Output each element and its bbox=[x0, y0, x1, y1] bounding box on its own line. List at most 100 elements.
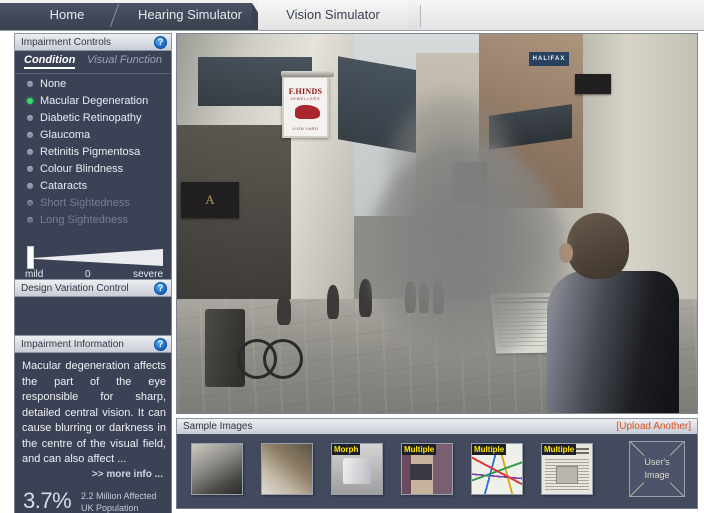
tab-vision-simulator[interactable]: Vision Simulator bbox=[258, 0, 408, 30]
radio-icon bbox=[27, 148, 33, 155]
condition-option-short-sightedness[interactable]: Short Sightedness bbox=[15, 194, 171, 211]
macular-degeneration-blur bbox=[367, 144, 567, 364]
person-head bbox=[567, 213, 629, 279]
sample-thumb-transit-map[interactable]: Multiple bbox=[471, 443, 523, 495]
impairment-statistics: 3.7% 2.2 Million Affected UK Population bbox=[23, 488, 165, 513]
nav-right-filler bbox=[421, 0, 704, 30]
impairment-controls-body: Condition Visual Function None Macular D… bbox=[14, 51, 172, 289]
sample-badge-multiple: Multiple bbox=[542, 444, 577, 455]
condition-option-none[interactable]: None bbox=[15, 75, 171, 92]
sample-badge-multiple: Multiple bbox=[402, 444, 437, 455]
condition-label: Diabetic Retinopathy bbox=[40, 111, 142, 124]
severity-slider-handle[interactable] bbox=[27, 246, 34, 269]
foreground-person bbox=[547, 213, 679, 413]
person-torso bbox=[547, 271, 679, 413]
sample-thumb-office-desk[interactable] bbox=[261, 443, 313, 495]
sample-thumb-street-scene[interactable] bbox=[191, 443, 243, 495]
bicycle-wheel bbox=[263, 339, 303, 379]
severity-wedge-icon bbox=[25, 249, 163, 266]
impairment-controls-header: Impairment Controls ? bbox=[14, 33, 172, 51]
stat-percentage: 3.7% bbox=[23, 488, 72, 513]
pedestrian bbox=[277, 295, 291, 325]
user-image-line2: Image bbox=[644, 470, 670, 480]
overhead-sign bbox=[575, 74, 611, 94]
condition-option-retinitis-pigmentosa[interactable]: Retinitis Pigmentosa bbox=[15, 143, 171, 160]
impairment-information-title: Impairment Information bbox=[21, 338, 124, 350]
more-info-link[interactable]: >> more info ... bbox=[92, 469, 163, 480]
tab-hearing-simulator[interactable]: Hearing Simulator bbox=[120, 0, 260, 30]
condition-option-long-sightedness[interactable]: Long Sightedness bbox=[15, 211, 171, 228]
stat-affected-count: 2.2 Million Affected bbox=[81, 491, 157, 501]
sample-images-header: Sample Images [Upload Another] bbox=[176, 418, 698, 434]
impairment-controls-title: Impairment Controls bbox=[21, 36, 112, 48]
condition-option-colour-blindness[interactable]: Colour Blindness bbox=[15, 160, 171, 177]
design-variation-title: Design Variation Control bbox=[21, 282, 129, 294]
sign-shop-name: F.HINDS bbox=[288, 87, 323, 96]
stat-detail: 2.2 Million Affected UK Population bbox=[81, 490, 156, 513]
sign-shop-place: LION YARD bbox=[292, 126, 319, 131]
vision-simulator-app: Home Hearing Simulator Vision Simulator … bbox=[0, 0, 704, 513]
newspaper-photo bbox=[556, 466, 578, 484]
street-scene-image: F.HINDS JEWELLERS LION YARD A A HALIFAX bbox=[177, 34, 697, 413]
condition-label: Short Sightedness bbox=[40, 196, 130, 209]
radio-icon bbox=[27, 165, 33, 172]
impairment-information-header: Impairment Information ? bbox=[14, 335, 172, 353]
shop-glyph-icon: A bbox=[205, 192, 215, 207]
radio-icon bbox=[27, 182, 33, 189]
user-image-label: User's Image bbox=[630, 442, 684, 496]
sample-images-title: Sample Images bbox=[183, 421, 253, 432]
condition-label: None bbox=[40, 77, 67, 90]
simulation-viewport[interactable]: F.HINDS JEWELLERS LION YARD A A HALIFAX bbox=[176, 33, 698, 414]
impairment-information-body: Macular degeneration affects the part of… bbox=[14, 353, 172, 513]
condition-option-macular-degeneration[interactable]: Macular Degeneration bbox=[15, 92, 171, 109]
sample-thumb-room-interior[interactable]: Multiple bbox=[401, 443, 453, 495]
severity-slider[interactable]: mild 0 severe bbox=[25, 246, 163, 283]
impairment-subtabs: Condition Visual Function bbox=[15, 51, 171, 74]
shopfront-left-dark bbox=[177, 124, 292, 323]
help-icon[interactable]: ? bbox=[154, 338, 167, 351]
bicycle bbox=[237, 325, 303, 379]
condition-label: Macular Degeneration bbox=[40, 94, 149, 107]
condition-option-diabetic-retinopathy[interactable]: Diabetic Retinopathy bbox=[15, 109, 171, 126]
radio-icon bbox=[27, 131, 33, 138]
upload-another-link[interactable]: [Upload Another] bbox=[617, 421, 692, 432]
jeweller-shop-sign: F.HINDS JEWELLERS LION YARD bbox=[281, 71, 334, 138]
radio-icon bbox=[27, 80, 33, 87]
stat-population: UK Population bbox=[81, 503, 139, 513]
sign-mount-bar bbox=[281, 71, 334, 77]
user-image-upload-placeholder[interactable]: User's Image bbox=[629, 441, 685, 497]
condition-radio-list: None Macular Degeneration Diabetic Retin… bbox=[15, 75, 171, 228]
help-icon[interactable]: ? bbox=[154, 282, 167, 295]
condition-label: Retinitis Pigmentosa bbox=[40, 145, 141, 158]
sample-images-panel: Sample Images [Upload Another] Morph Mul… bbox=[176, 418, 698, 509]
condition-label: Cataracts bbox=[40, 179, 88, 192]
condition-label: Glaucoma bbox=[40, 128, 91, 141]
left-control-column: Impairment Controls ? Condition Visual F… bbox=[14, 33, 172, 513]
radio-icon bbox=[27, 216, 33, 223]
toaster-shape bbox=[343, 458, 371, 484]
condition-option-glaucoma[interactable]: Glaucoma bbox=[15, 126, 171, 143]
pedestrian bbox=[327, 285, 339, 319]
lion-logo-icon bbox=[295, 105, 320, 119]
condition-option-cataracts[interactable]: Cataracts bbox=[15, 177, 171, 194]
user-image-line1: User's bbox=[644, 457, 670, 467]
sample-thumb-toaster[interactable]: Morph bbox=[331, 443, 383, 495]
design-variation-control-panel: Design Variation Control ? bbox=[14, 279, 172, 341]
tab-home[interactable]: Home bbox=[22, 0, 112, 30]
condition-label: Colour Blindness bbox=[40, 162, 124, 175]
help-icon[interactable]: ? bbox=[154, 36, 167, 49]
design-variation-header: Design Variation Control ? bbox=[14, 279, 172, 297]
subtab-condition[interactable]: Condition bbox=[24, 54, 76, 69]
shop-sign-left: A bbox=[181, 182, 239, 218]
subtab-visual-function[interactable]: Visual Function bbox=[87, 54, 162, 66]
radio-icon bbox=[27, 199, 33, 206]
sample-badge-multiple: Multiple bbox=[472, 444, 507, 455]
halifax-bank-sign: HALIFAX bbox=[529, 52, 569, 66]
radio-icon bbox=[27, 114, 33, 121]
sample-thumb-newspaper[interactable]: Multiple bbox=[541, 443, 593, 495]
impairment-controls-panel: Impairment Controls ? Condition Visual F… bbox=[14, 33, 172, 289]
sign-shop-sub: JEWELLERS bbox=[290, 97, 321, 101]
radio-icon-selected bbox=[27, 97, 33, 104]
top-navigation-bar: Home Hearing Simulator Vision Simulator bbox=[0, 0, 704, 31]
severity-slider-track[interactable] bbox=[25, 246, 163, 269]
